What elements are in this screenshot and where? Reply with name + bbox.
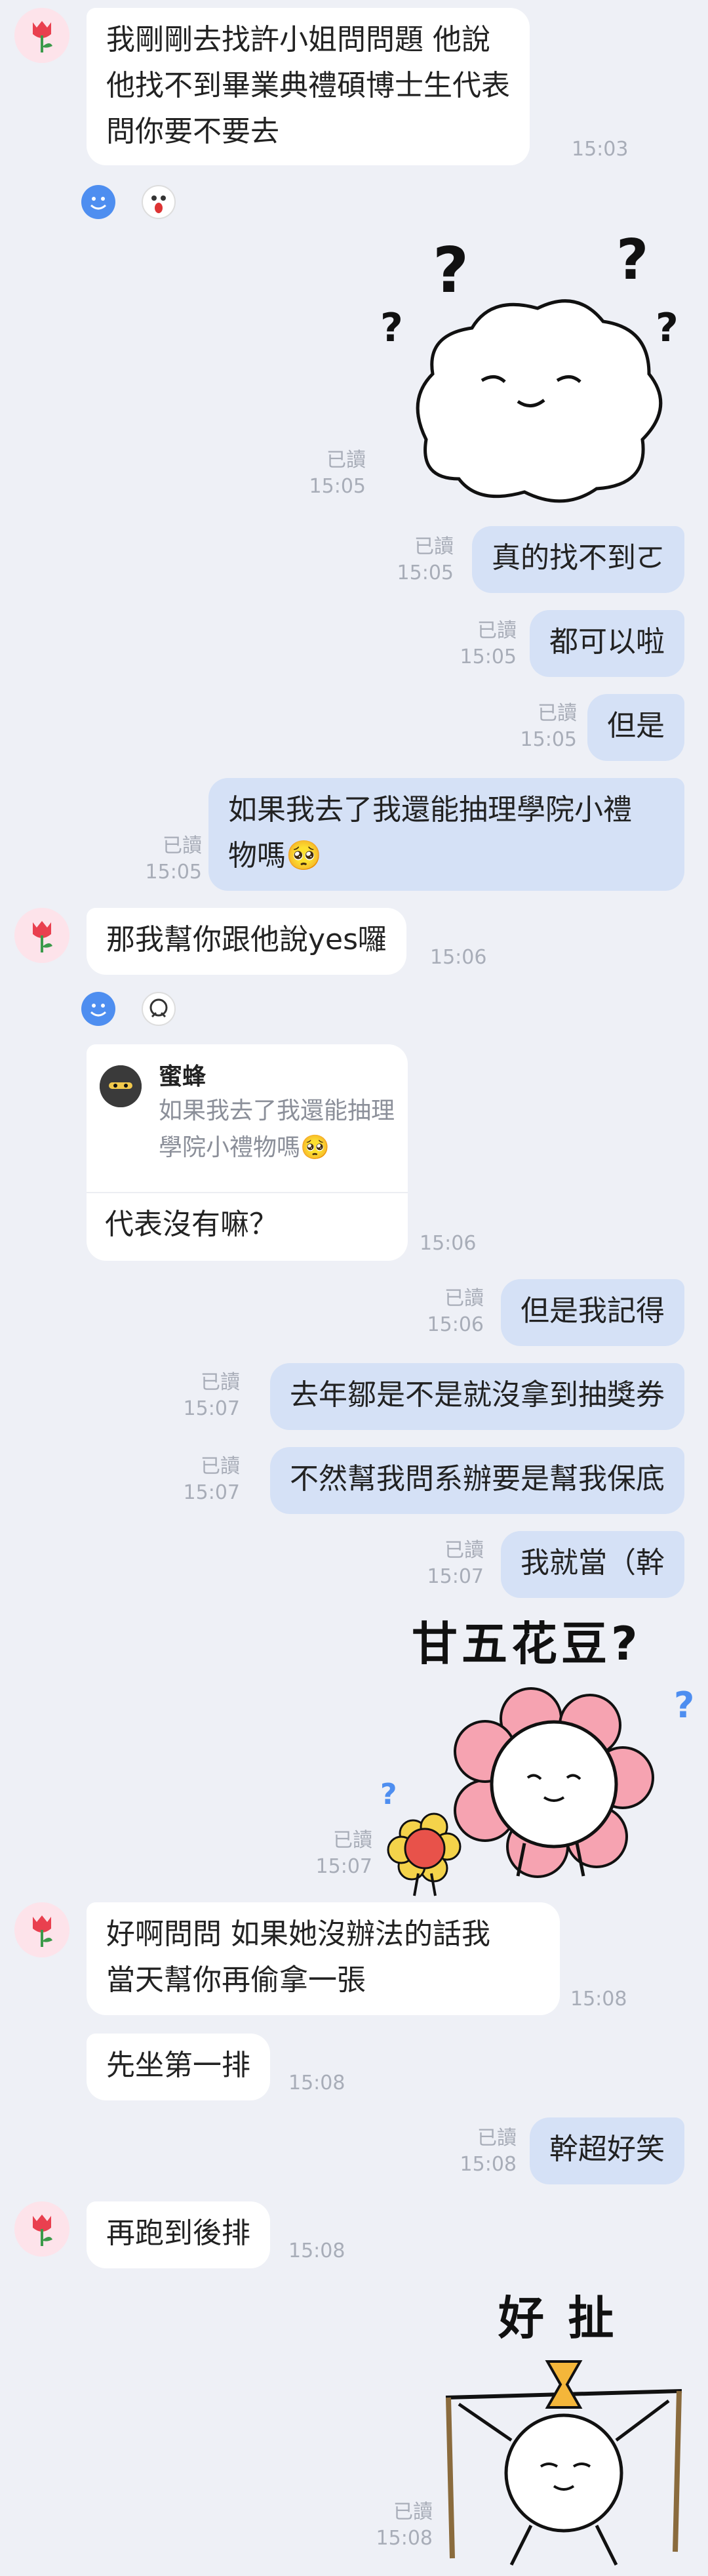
message-time: 已讀 15:05 [380, 534, 454, 586]
message-time: 已讀 15:08 [354, 2499, 433, 2552]
message-bubble[interactable]: 去年鄒是不是就沒拿到抽獎券 [270, 1363, 684, 1430]
bee-avatar-icon [100, 1065, 142, 1107]
read-receipt: 已讀 [444, 1287, 484, 1310]
message-time: 15:08 [288, 2072, 345, 2095]
read-receipt: 已讀 [414, 535, 454, 558]
reaction-shock-icon[interactable] [142, 185, 176, 219]
message-bubble[interactable]: 再跑到後排 [87, 2201, 270, 2268]
read-receipt: 已讀 [477, 619, 517, 642]
cloud-question-sticker[interactable]: ? ? ? ? [367, 230, 695, 512]
read-receipt: 已讀 [326, 449, 366, 472]
message-bubble[interactable]: 我剛剛去找許小姐問問題 他說 他找不到畢業典禮碩博士生代表 問你要不要去 [87, 8, 530, 165]
svg-text:?: ? [674, 1685, 694, 1726]
message-time: 已讀 15:05 [288, 447, 366, 500]
read-receipt: 已讀 [538, 702, 577, 725]
message-time: 15:08 [570, 1988, 627, 2011]
read-receipt: 已讀 [201, 1371, 240, 1394]
sticker-caption: 甘五花豆? [412, 1617, 642, 1671]
flower-avatar-icon [14, 1902, 69, 1957]
contact-avatar[interactable] [14, 1902, 69, 1957]
message-time: 15:06 [430, 946, 487, 969]
message-time: 已讀 15:06 [410, 1286, 484, 1338]
reply-quote: 如果我去了我還能抽理學院小禮物嗎🥺 [159, 1097, 395, 1161]
read-receipt: 已讀 [393, 2501, 433, 2524]
message-line: 他找不到畢業典禮碩博士生代表 [106, 69, 510, 102]
message-bubble[interactable]: 真的找不到ㄛ [472, 526, 684, 593]
message-line: 物嗎🥺 [228, 839, 322, 872]
message-bubble[interactable]: 那我幫你跟他說yes囉 [87, 908, 407, 975]
contact-avatar[interactable] [14, 908, 69, 963]
svg-text:?: ? [656, 305, 678, 351]
reaction-smile-icon[interactable] [81, 185, 115, 219]
message-time: 已讀 15:07 [167, 1370, 240, 1422]
message-bubble[interactable]: 幹超好笑 [530, 2117, 684, 2184]
message-bubble[interactable]: 但是 [587, 694, 684, 761]
read-receipt: 已讀 [444, 1539, 484, 1562]
contact-avatar[interactable] [14, 8, 69, 63]
reaction-smile-icon[interactable] [81, 992, 115, 1026]
svg-text:?: ? [380, 1778, 397, 1811]
weightlifting-sticker[interactable] [433, 2342, 695, 2571]
message-time: 已讀 15:08 [443, 2125, 517, 2178]
read-receipt: 已讀 [333, 1829, 372, 1852]
message-bubble[interactable]: 不然幫我問系辦要是幫我保底 [270, 1447, 684, 1514]
message-time: 已讀 15:05 [128, 833, 202, 886]
message-bubble[interactable]: 先坐第一排 [87, 2034, 270, 2100]
svg-text:?: ? [380, 305, 403, 351]
message-bubble[interactable]: 如果我去了我還能抽理學院小禮 物嗎🥺 [208, 778, 684, 891]
message-time: 已讀 15:05 [443, 618, 517, 670]
message-bubble[interactable]: 我就當（幹 [501, 1531, 684, 1598]
message-time: 15:08 [288, 2239, 345, 2262]
message-time: 15:06 [420, 1232, 477, 1255]
read-receipt: 已讀 [201, 1455, 240, 1478]
reply-message-bubble[interactable]: 蜜蜂 如果我去了我還能抽理學院小禮物嗎🥺 代表沒有嘛？ [87, 1044, 408, 1261]
read-receipt: 已讀 [477, 2127, 517, 2150]
message-time: 15:03 [572, 138, 629, 161]
message-bubble[interactable]: 都可以啦 [530, 610, 684, 677]
message-bubble[interactable]: 但是我記得 [501, 1279, 684, 1346]
read-receipt: 已讀 [163, 834, 202, 857]
message-time: 已讀 15:07 [410, 1538, 484, 1590]
reaction-gesture-icon[interactable] [142, 992, 176, 1026]
svg-text:?: ? [433, 235, 469, 307]
flower-avatar-icon [14, 8, 69, 63]
message-line: 問你要不要去 [106, 115, 279, 148]
reply-sender-name: 蜜蜂 [159, 1063, 206, 1090]
flower-avatar-icon [14, 908, 69, 963]
divider [87, 1192, 408, 1193]
message-time: 已讀 15:07 [167, 1454, 240, 1506]
svg-text:?: ? [616, 230, 648, 293]
message-text: 代表沒有嘛？ [105, 1208, 278, 1241]
message-bubble[interactable]: 好啊問問 如果她沒辦法的話我 當天幫你再偷拿一張 [87, 1902, 560, 2015]
message-line: 當天幫你再偷拿一張 [106, 1963, 366, 1997]
flower-friends-sticker[interactable]: ? ? [380, 1679, 701, 1902]
message-line: 我剛剛去找許小姐問問題 他說 [106, 23, 490, 56]
message-line: 好啊問問 如果她沒辦法的話我 [106, 1917, 490, 1951]
message-line: 如果我去了我還能抽理學院小禮 [228, 793, 632, 827]
message-time: 已讀 15:07 [299, 1828, 372, 1880]
contact-avatar[interactable] [14, 2201, 69, 2257]
message-time: 已讀 15:05 [503, 701, 577, 753]
flower-avatar-icon [14, 2201, 69, 2257]
sticker-caption: 好 扯 [498, 2291, 618, 2345]
